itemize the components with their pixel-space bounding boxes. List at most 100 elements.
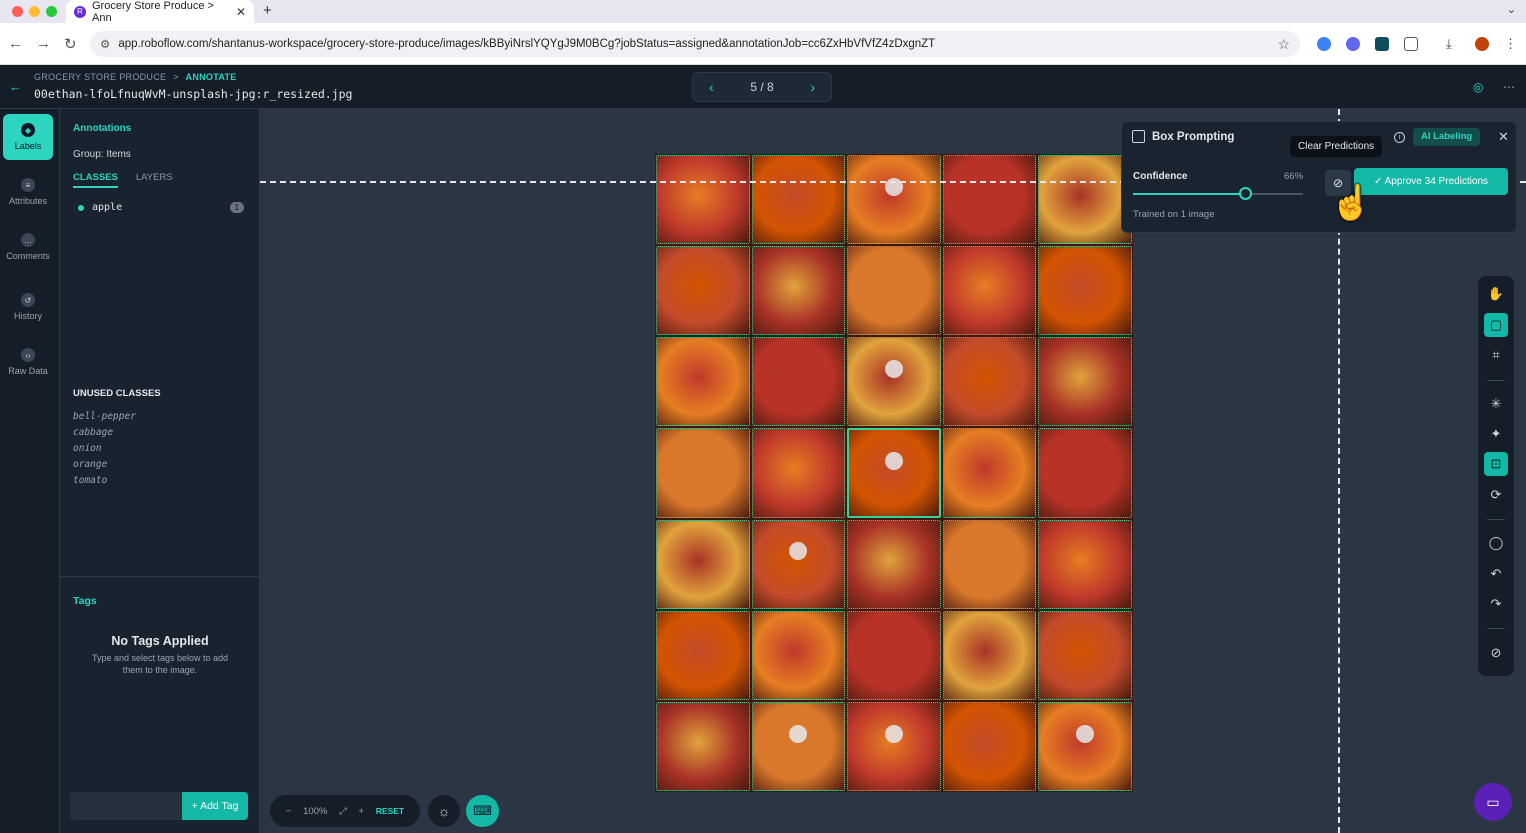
apple-bounding-box[interactable] [656, 155, 750, 245]
extension-icon[interactable] [1375, 37, 1389, 51]
magic-wand-icon[interactable]: ✦ [1484, 422, 1508, 446]
bookmark-star-icon[interactable]: ☆ [1277, 36, 1290, 53]
apple-bounding-box[interactable] [847, 519, 941, 609]
apple-bounding-box[interactable] [656, 519, 750, 609]
apple-bounding-box[interactable] [751, 519, 846, 609]
previous-image-icon[interactable]: ‹ [709, 79, 714, 95]
site-settings-icon[interactable]: ⚙ [100, 37, 110, 51]
apple-bounding-box[interactable] [942, 155, 1037, 245]
apple-bounding-box[interactable] [1038, 428, 1132, 518]
browser-menu-icon[interactable]: ⋮ [1504, 37, 1518, 51]
unused-class-item[interactable]: cabbage [73, 425, 136, 441]
apple-bounding-box[interactable] [942, 246, 1037, 336]
apple-bounding-box[interactable] [656, 428, 750, 518]
apple-bounding-box[interactable] [656, 701, 750, 791]
add-tag-button[interactable]: + Add Tag [182, 792, 248, 820]
fit-icon[interactable]: ⤢ [339, 806, 347, 817]
ai-labeling-badge[interactable]: AI Labeling [1413, 128, 1481, 146]
info-icon[interactable]: i [1394, 132, 1405, 143]
hide-annotations-icon[interactable]: ◎ [1473, 80, 1483, 94]
brightness-icon[interactable]: ☼ [428, 795, 460, 827]
polygon-tool-icon[interactable]: ⌗ [1484, 343, 1508, 367]
unused-class-item[interactable]: tomato [73, 473, 136, 489]
apple-bounding-box[interactable] [656, 610, 750, 700]
unused-class-item[interactable]: bell-pepper [73, 409, 136, 425]
apple-bounding-box[interactable] [656, 337, 750, 427]
apple-bounding-box[interactable] [942, 428, 1037, 518]
next-image-icon[interactable]: › [810, 79, 815, 95]
apple-bounding-box[interactable] [1038, 701, 1132, 791]
keyboard-shortcuts-icon[interactable]: ⌨ [466, 795, 499, 827]
smart-select-icon[interactable]: ✳ [1484, 392, 1508, 416]
apple-bounding-box[interactable] [847, 337, 941, 427]
tag-input[interactable] [70, 792, 182, 820]
apple-bounding-box[interactable] [942, 610, 1037, 700]
apple-bounding-box[interactable] [1038, 610, 1132, 700]
rail-labels[interactable]: ◆ Labels [3, 114, 53, 160]
apple-bounding-box[interactable] [847, 610, 941, 700]
apple-bounding-box[interactable] [847, 246, 941, 336]
apple-bounding-box[interactable] [751, 246, 846, 336]
zoom-in-button[interactable]: + [359, 806, 365, 817]
unused-class-item[interactable]: onion [73, 441, 136, 457]
apple-bounding-box[interactable] [847, 155, 941, 245]
rail-comments[interactable]: … Comments [3, 224, 53, 270]
bounding-box-tool-icon[interactable]: ▢ [1484, 313, 1508, 337]
unused-class-item[interactable]: orange [73, 457, 136, 473]
rail-raw-data[interactable]: ‹› Raw Data [3, 339, 53, 385]
apple-bounding-box[interactable] [942, 701, 1037, 791]
close-icon[interactable]: ✕ [1498, 129, 1509, 145]
browser-tab[interactable]: R Grocery Store Produce > Ann ✕ [66, 0, 254, 24]
close-window-button[interactable] [12, 6, 23, 17]
back-arrow-icon[interactable]: ← [9, 79, 22, 94]
pan-hand-icon[interactable]: ✋ [1484, 282, 1508, 306]
chat-support-icon[interactable]: ▭ [1474, 783, 1512, 821]
profile-avatar[interactable] [1475, 37, 1489, 51]
close-tab-icon[interactable]: ✕ [236, 5, 246, 19]
download-icon[interactable]: ⤓ [1446, 37, 1460, 51]
comment-icon[interactable]: ◯ [1484, 531, 1508, 555]
apple-bounding-box[interactable] [942, 337, 1037, 427]
apple-bounding-box[interactable] [751, 701, 846, 791]
apple-bounding-box[interactable] [1038, 519, 1132, 609]
breadcrumb-annotate[interactable]: ANNOTATE [186, 72, 237, 82]
apple-bounding-box[interactable] [1038, 337, 1132, 427]
reset-zoom-button[interactable]: RESET [376, 806, 404, 816]
more-options-icon[interactable]: ⋯ [1503, 80, 1515, 94]
forward-arrow-icon[interactable]: → [36, 35, 51, 52]
redo-icon[interactable]: ↷ [1484, 592, 1508, 616]
new-tab-icon[interactable]: + [263, 2, 272, 19]
apple-bounding-box[interactable] [847, 701, 941, 791]
null-annotation-icon[interactable]: ⊘ [1484, 641, 1508, 665]
apple-bounding-box[interactable] [751, 428, 846, 518]
tab-list-chevron-icon[interactable]: ⌄ [1507, 3, 1516, 16]
slider-handle[interactable] [1239, 187, 1253, 200]
confidence-slider[interactable] [1133, 187, 1303, 200]
annotated-image[interactable] [655, 154, 1133, 792]
repeat-icon[interactable]: ⟳ [1484, 483, 1508, 507]
apple-bounding-box[interactable] [751, 155, 846, 245]
apple-bounding-box[interactable] [751, 610, 846, 700]
tab-classes[interactable]: CLASSES [73, 172, 118, 188]
apple-bounding-box[interactable] [1038, 246, 1132, 336]
minimize-window-button[interactable] [29, 6, 40, 17]
rail-attributes[interactable]: ≡ Attributes [3, 169, 53, 215]
extension-icon[interactable] [1317, 37, 1331, 51]
undo-icon[interactable]: ↶ [1484, 562, 1508, 586]
zoom-window-button[interactable] [46, 6, 57, 17]
box-prompting-tool-icon[interactable]: ⊡ [1484, 452, 1508, 476]
rail-history[interactable]: ↺ History [3, 284, 53, 330]
apple-bounding-box[interactable] [751, 337, 846, 427]
breadcrumb-project[interactable]: GROCERY STORE PRODUCE [34, 72, 166, 82]
reload-icon[interactable]: ↻ [64, 35, 77, 53]
address-bar[interactable]: ⚙ app.roboflow.com/shantanus-workspace/g… [90, 31, 1300, 57]
extensions-puzzle-icon[interactable] [1404, 37, 1418, 51]
zoom-out-button[interactable]: − [286, 806, 292, 817]
extension-icon[interactable] [1346, 37, 1360, 51]
tab-layers[interactable]: LAYERS [136, 172, 173, 188]
back-arrow-icon[interactable]: ← [8, 35, 23, 52]
apple-bounding-box[interactable] [942, 519, 1037, 609]
class-item-apple[interactable]: apple 1 [78, 202, 244, 213]
approve-predictions-button[interactable]: ✓ Approve 34 Predictions [1354, 168, 1508, 195]
apple-bounding-box[interactable] [1038, 155, 1132, 245]
